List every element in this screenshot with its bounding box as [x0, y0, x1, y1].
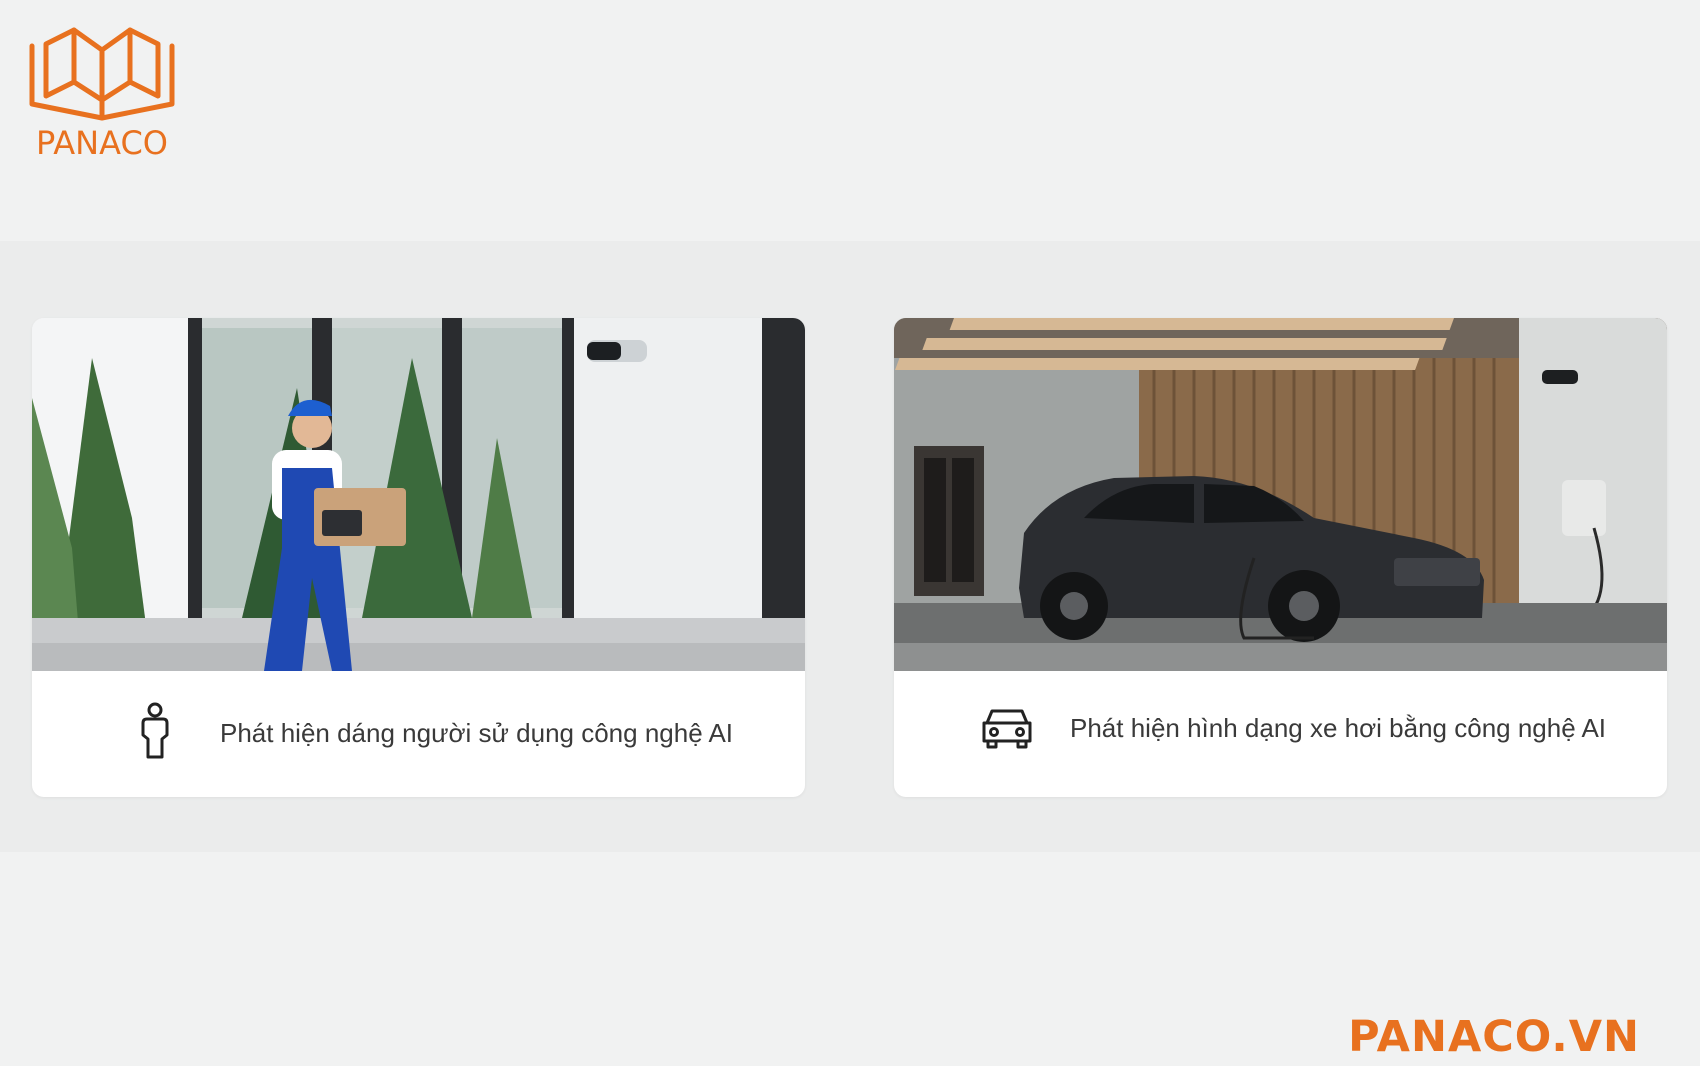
- person-icon: [141, 702, 169, 759]
- feature-card-car[interactable]: Phát hiện hình dạng xe hơi bằng công ngh…: [894, 318, 1667, 797]
- feature-text: Phát hiện hình dạng xe hơi bằng công ngh…: [1070, 713, 1607, 743]
- page: PANACO Phát hiện dáng người sử dụng công…: [0, 0, 1700, 1066]
- feature-text: Phát hiện dáng người sử dụng công nghệ A…: [220, 718, 734, 748]
- open-book-icon: [29, 27, 175, 121]
- footer-brand-text[interactable]: PANACO.VN: [1348, 1012, 1640, 1062]
- car-in-garage-photo: [894, 318, 1667, 671]
- card-footer: Phát hiện hình dạng xe hơi bằng công ngh…: [894, 671, 1667, 797]
- car-icon: [982, 709, 1032, 749]
- feature-card-person[interactable]: Phát hiện dáng người sử dụng công nghệ A…: [32, 318, 805, 797]
- card-footer: Phát hiện dáng người sử dụng công nghệ A…: [32, 671, 805, 797]
- panaco-logo[interactable]: PANACO: [28, 26, 176, 166]
- delivery-man-at-door-photo: [32, 318, 805, 671]
- logo-text: PANACO: [36, 124, 168, 162]
